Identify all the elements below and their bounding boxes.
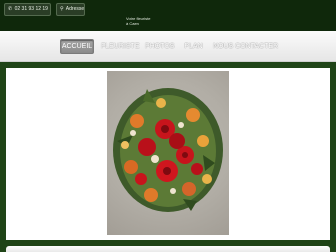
phone-icon: ✆ — [8, 6, 13, 12]
phone-number: 02 31 93 12 19 — [14, 6, 48, 12]
top-bar: ✆ 02 31 93 12 19 ⚲ Adresse Votre fleuris… — [0, 0, 336, 31]
address-label: Adresse — [65, 6, 85, 12]
nav-item-photos[interactable]: PHOTOS — [145, 39, 174, 54]
content-panel — [6, 68, 330, 240]
site-tagline: Votre fleuriste à Caen — [126, 16, 150, 26]
nav-item-fleuriste[interactable]: FLEURISTE — [101, 39, 140, 54]
map-marker-icon: ⚲ — [60, 6, 64, 12]
nav-item-accueil[interactable]: ACCUEIL — [60, 39, 94, 54]
main-navigation: ACCUEIL FLEURISTE PHOTOS PLAN NOUS CONTA… — [0, 31, 336, 62]
tagline-line-2: à Caen — [126, 21, 139, 26]
nav-item-plan[interactable]: PLAN — [184, 39, 203, 54]
phone-button[interactable]: ✆ 02 31 93 12 19 — [4, 3, 51, 16]
address-button[interactable]: ⚲ Adresse — [56, 3, 85, 16]
bouquet-illustration — [113, 88, 223, 212]
footer-bar — [6, 246, 330, 252]
nav-item-contact[interactable]: NOUS CONTACTER — [213, 39, 278, 54]
floral-arrangement-photo — [107, 71, 229, 235]
